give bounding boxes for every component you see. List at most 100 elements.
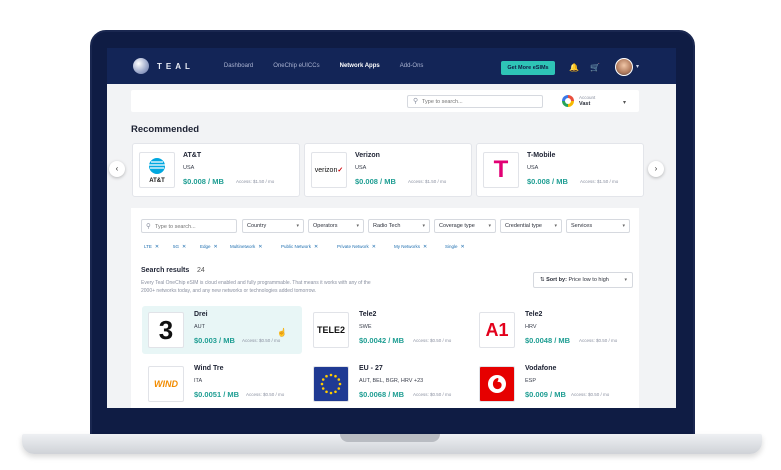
card-country: USA bbox=[355, 165, 367, 171]
close-icon[interactable]: ✕ bbox=[182, 244, 186, 250]
card-access: Access: $1.50 / mo bbox=[580, 179, 619, 184]
tmobile-logo: T bbox=[483, 152, 519, 188]
filter-chip-edge[interactable]: Edge ✕ bbox=[200, 242, 218, 251]
close-icon[interactable]: ✕ bbox=[461, 244, 465, 250]
result-card-wind-tre[interactable]: WIND Wind Tre ITA $0.0051 / MB Access: $… bbox=[142, 360, 302, 408]
card-country: USA bbox=[183, 165, 195, 171]
att-logo: AT&T bbox=[139, 152, 175, 188]
close-icon[interactable]: ✕ bbox=[372, 244, 376, 250]
services-select[interactable]: Services ▾ bbox=[566, 219, 630, 233]
chip-label: 5G bbox=[173, 244, 180, 249]
bell-icon[interactable]: 🔔 bbox=[569, 63, 579, 72]
nav-link-addons[interactable]: Add-Ons bbox=[400, 63, 424, 69]
recommended-card-tmobile[interactable]: T T-Mobile USA $0.008 / MB Access: $1.50… bbox=[476, 143, 644, 197]
vodafone-logo bbox=[479, 366, 515, 402]
chevron-down-icon: ▾ bbox=[488, 223, 491, 229]
carousel-next-button[interactable]: › bbox=[648, 161, 664, 177]
result-access: Access: $0.50 / mo bbox=[246, 392, 285, 397]
coverage-type-select[interactable]: Coverage type ▾ bbox=[434, 219, 496, 233]
top-search-box[interactable]: ⚲ bbox=[407, 95, 543, 108]
sort-label: Sort by: bbox=[546, 277, 567, 283]
result-card-tele2-hrv[interactable]: A1 Tele2 HRV $0.0048 / MB Access: $0.50 … bbox=[473, 306, 633, 354]
result-price: $0.009 / MB bbox=[525, 390, 566, 399]
wind-logo: WIND bbox=[148, 366, 184, 402]
select-label: Coverage type bbox=[439, 223, 475, 229]
result-card-tele2-swe[interactable]: TELE2 Tele2 SWE $0.0042 / MB Access: $0.… bbox=[307, 306, 467, 354]
result-name: Tele2 bbox=[525, 311, 543, 318]
tele2-logo: TELE2 bbox=[313, 312, 349, 348]
card-country: USA bbox=[527, 165, 539, 171]
laptop-notch bbox=[340, 434, 440, 442]
drei-logo: 3 bbox=[148, 312, 184, 348]
get-more-esims-button[interactable]: Get More eSIMs bbox=[501, 61, 555, 75]
chip-label: LTE bbox=[144, 244, 152, 249]
filter-chip-5g[interactable]: 5G ✕ bbox=[173, 242, 186, 251]
a1-logo-text: A1 bbox=[485, 319, 509, 340]
recommended-card-att[interactable]: AT&T AT&T USA $0.008 / MB Access: $1.50 … bbox=[132, 143, 300, 197]
account-icon[interactable] bbox=[562, 95, 574, 107]
filter-chip-my-networks[interactable]: My Networks ✕ bbox=[394, 242, 427, 251]
close-icon[interactable]: ✕ bbox=[258, 244, 262, 250]
card-price: $0.008 / MB bbox=[527, 177, 568, 186]
result-access: Access: $0.50 / mo bbox=[579, 338, 618, 343]
check-icon: ✓ bbox=[337, 167, 344, 174]
chevron-down-icon[interactable]: ▾ bbox=[636, 63, 639, 70]
select-label: Country bbox=[247, 223, 267, 229]
result-price: $0.0048 / MB bbox=[525, 336, 571, 345]
filter-chip-private-network[interactable]: Private Network ✕ bbox=[337, 242, 376, 251]
logo-text: TEAL bbox=[157, 61, 194, 71]
pointer-cursor-icon: ☝ bbox=[277, 328, 287, 337]
filter-chip-public-network[interactable]: Public Network ✕ bbox=[281, 242, 318, 251]
nav-link-onechip[interactable]: OneChip eUICCs bbox=[273, 63, 319, 69]
close-icon[interactable]: ✕ bbox=[214, 244, 218, 250]
tmobile-logo-text: T bbox=[493, 156, 509, 183]
radio-tech-select[interactable]: Radio Tech ▾ bbox=[368, 219, 430, 233]
chevron-down-icon[interactable]: ▾ bbox=[623, 99, 626, 106]
sort-icon: ⇅ bbox=[540, 277, 545, 283]
filter-chip-multinetwork[interactable]: Multinetwork ✕ bbox=[230, 242, 262, 251]
result-country: ITA bbox=[194, 378, 203, 384]
verizon-logo-text: verizon bbox=[314, 166, 338, 174]
filter-search-box[interactable]: ⚲ bbox=[141, 219, 237, 233]
operators-select[interactable]: Operators ▾ bbox=[308, 219, 364, 233]
search-icon: ⚲ bbox=[413, 98, 419, 105]
result-country: SWE bbox=[359, 324, 372, 330]
result-price: $0.0068 / MB bbox=[359, 390, 405, 399]
result-access: Access: $0.50 / mo bbox=[413, 392, 452, 397]
credential-type-select[interactable]: Credential type ▾ bbox=[500, 219, 562, 233]
result-card-eu27[interactable]: EU - 27 AUT, BEL, BGR, HRV +23 $0.0068 /… bbox=[307, 360, 467, 408]
result-card-vodafone[interactable]: Vodafone ESP $0.009 / MB Access: $0.50 /… bbox=[473, 360, 633, 408]
chip-label: My Networks bbox=[394, 244, 421, 249]
nav-link-dashboard[interactable]: Dashboard bbox=[224, 63, 253, 69]
carousel-prev-button[interactable]: ‹ bbox=[109, 161, 125, 177]
account-name[interactable]: Vast bbox=[579, 101, 590, 107]
search-results-count: 24 bbox=[197, 267, 205, 274]
close-icon[interactable]: ✕ bbox=[314, 244, 318, 250]
result-price: $0.0051 / MB bbox=[194, 390, 240, 399]
search-input[interactable] bbox=[422, 97, 540, 107]
result-country: AUT, BEL, BGR, HRV +23 bbox=[359, 378, 424, 384]
result-country: HRV bbox=[525, 324, 537, 330]
select-label: Radio Tech bbox=[373, 223, 401, 229]
chip-label: Private Network bbox=[337, 244, 369, 249]
close-icon[interactable]: ✕ bbox=[423, 244, 427, 250]
sort-select[interactable]: ⇅ Sort by: Price low to high ▾ bbox=[533, 272, 633, 288]
drei-logo-text: 3 bbox=[158, 314, 174, 345]
result-name: Tele2 bbox=[359, 311, 377, 318]
result-name: Drei bbox=[194, 311, 208, 318]
filter-chip-single[interactable]: Single ✕ bbox=[445, 242, 465, 251]
eu-stars-icon bbox=[320, 373, 342, 395]
att-logo-text: AT&T bbox=[149, 178, 165, 184]
country-select[interactable]: Country ▾ bbox=[242, 219, 304, 233]
avatar[interactable] bbox=[615, 58, 633, 76]
app-screen: TEAL Dashboard OneChip eUICCs Network Ap… bbox=[107, 48, 676, 408]
tele2-logo-text: TELE2 bbox=[316, 325, 345, 335]
cart-icon[interactable]: 🛒 bbox=[590, 63, 600, 72]
filter-search-input[interactable] bbox=[155, 222, 235, 231]
nav-link-network-apps[interactable]: Network Apps bbox=[340, 63, 380, 69]
card-price: $0.008 / MB bbox=[183, 177, 224, 186]
recommended-card-verizon[interactable]: verizon ✓ Verizon USA $0.008 / MB Access:… bbox=[304, 143, 472, 197]
filter-chip-lte[interactable]: LTE ✕ bbox=[144, 242, 159, 251]
close-icon[interactable]: ✕ bbox=[155, 244, 159, 250]
result-access: Access: $0.50 / mo bbox=[413, 338, 452, 343]
